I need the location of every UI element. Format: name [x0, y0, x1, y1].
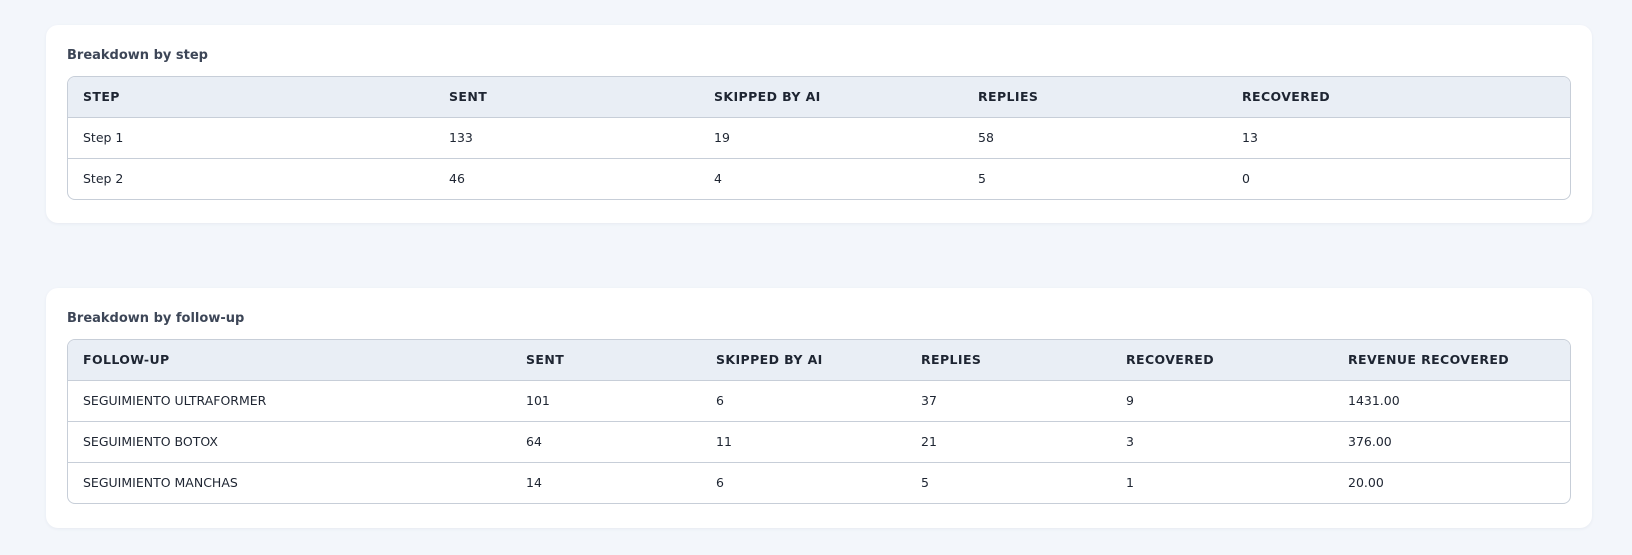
col-header-revenue-recovered: REVENUE RECOVERED	[1333, 340, 1570, 381]
cell-replies: 5	[921, 475, 929, 491]
cell-follow-up: SEGUIMIENTO MANCHAS	[83, 475, 238, 491]
followups-breakdown-card: Breakdown by follow-up FOLLOW-UP SENT SK…	[46, 288, 1592, 528]
cell-sent: 133	[434, 117, 699, 159]
steps-table: STEP SENT SKIPPED BY AI REPLIES RECOVERE…	[68, 77, 1570, 199]
cell-recovered: 0	[1242, 171, 1250, 187]
cell-skipped-by-ai: 11	[701, 421, 906, 463]
cell-step: Step 2	[83, 171, 124, 187]
col-header-recovered: RECOVERED	[1227, 77, 1570, 118]
table-row: Step 1 133 19 58 13	[68, 117, 1570, 159]
col-header-follow-up: FOLLOW-UP	[68, 340, 511, 381]
cell-replies: 21	[906, 421, 1111, 463]
cell-skipped-by-ai: 6	[716, 475, 724, 491]
col-header-skipped-by-ai: SKIPPED BY AI	[699, 77, 963, 118]
cell-step: Step 1	[68, 117, 434, 159]
cell-skipped-by-ai: 6	[701, 380, 906, 422]
cell-replies: 58	[963, 117, 1227, 159]
followups-table: FOLLOW-UP SENT SKIPPED BY AI REPLIES REC…	[68, 340, 1570, 503]
table-row: SEGUIMIENTO MANCHAS 14 6 5 1 20.00	[68, 462, 1570, 503]
cell-recovered: 3	[1111, 421, 1333, 463]
cell-recovered: 1	[1126, 475, 1134, 491]
followups-table-header-row: FOLLOW-UP SENT SKIPPED BY AI REPLIES REC…	[68, 340, 1570, 381]
col-header-sent: SENT	[511, 340, 701, 381]
col-header-recovered: RECOVERED	[1111, 340, 1333, 381]
col-header-skipped-by-ai: SKIPPED BY AI	[701, 340, 906, 381]
table-row: SEGUIMIENTO ULTRAFORMER 101 6 37 9 1431.…	[68, 380, 1570, 422]
table-row: SEGUIMIENTO BOTOX 64 11 21 3 376.00	[68, 421, 1570, 463]
cell-skipped-by-ai: 19	[699, 117, 963, 159]
cell-follow-up: SEGUIMIENTO BOTOX	[68, 421, 511, 463]
cell-sent: 64	[511, 421, 701, 463]
cell-replies: 5	[978, 171, 986, 187]
cell-recovered: 9	[1111, 380, 1333, 422]
steps-table-container: STEP SENT SKIPPED BY AI REPLIES RECOVERE…	[67, 76, 1571, 200]
cell-sent: 46	[449, 171, 465, 187]
cell-follow-up: SEGUIMIENTO ULTRAFORMER	[68, 380, 511, 422]
col-header-replies: REPLIES	[963, 77, 1227, 118]
cell-revenue-recovered: 1431.00	[1333, 380, 1570, 422]
col-header-sent: SENT	[434, 77, 699, 118]
steps-breakdown-card: Breakdown by step STEP SENT SKIPPED BY A…	[46, 25, 1592, 223]
cell-revenue-recovered: 20.00	[1348, 475, 1384, 491]
steps-breakdown-title: Breakdown by step	[67, 48, 208, 63]
followups-breakdown-title: Breakdown by follow-up	[67, 311, 245, 326]
steps-table-header-row: STEP SENT SKIPPED BY AI REPLIES RECOVERE…	[68, 77, 1570, 118]
cell-replies: 37	[906, 380, 1111, 422]
cell-sent: 14	[526, 475, 542, 491]
col-header-step: STEP	[68, 77, 434, 118]
table-row: Step 2 46 4 5 0	[68, 158, 1570, 199]
cell-skipped-by-ai: 4	[714, 171, 722, 187]
col-header-replies: REPLIES	[906, 340, 1111, 381]
cell-revenue-recovered: 376.00	[1333, 421, 1570, 463]
cell-recovered: 13	[1227, 117, 1570, 159]
followups-table-container: FOLLOW-UP SENT SKIPPED BY AI REPLIES REC…	[67, 339, 1571, 504]
cell-sent: 101	[511, 380, 701, 422]
